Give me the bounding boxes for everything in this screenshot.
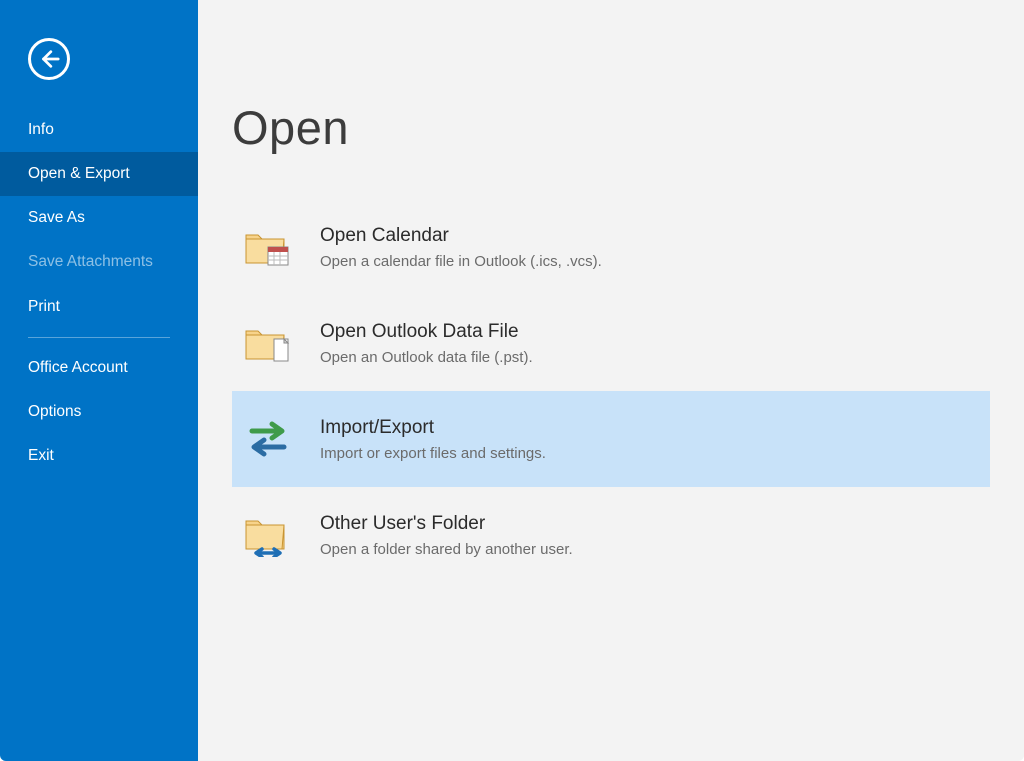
sidebar-item-info[interactable]: Info xyxy=(0,108,198,152)
option-text: Other User's Folder Open a folder shared… xyxy=(320,513,573,558)
option-desc: Open an Outlook data file (.pst). xyxy=(320,349,533,366)
sidebar-item-exit[interactable]: Exit xyxy=(0,434,198,478)
shared-folder-icon xyxy=(244,513,292,557)
option-open-data-file[interactable]: Open Outlook Data File Open an Outlook d… xyxy=(232,295,990,391)
option-title: Import/Export xyxy=(320,417,546,439)
main-content: Open Open Calend xyxy=(198,0,1024,761)
back-arrow-icon xyxy=(38,48,60,70)
backstage-sidebar: Info Open & Export Save As Save Attachme… xyxy=(0,0,198,761)
option-text: Open Outlook Data File Open an Outlook d… xyxy=(320,321,533,366)
folder-file-icon xyxy=(244,321,292,365)
option-desc: Open a calendar file in Outlook (.ics, .… xyxy=(320,253,602,270)
sidebar-separator xyxy=(28,337,170,338)
calendar-folder-icon xyxy=(244,225,292,269)
sidebar-item-print[interactable]: Print xyxy=(0,285,198,329)
option-text: Open Calendar Open a calendar file in Ou… xyxy=(320,225,602,270)
sidebar-item-open-export[interactable]: Open & Export xyxy=(0,152,198,196)
page-title: Open xyxy=(232,100,990,155)
option-other-users-folder[interactable]: Other User's Folder Open a folder shared… xyxy=(232,487,990,583)
option-title: Open Calendar xyxy=(320,225,602,247)
back-button[interactable] xyxy=(28,38,70,80)
option-desc: Import or export files and settings. xyxy=(320,445,546,462)
open-options-list: Open Calendar Open a calendar file in Ou… xyxy=(232,199,990,583)
sidebar-nav: Info Open & Export Save As Save Attachme… xyxy=(0,108,198,478)
option-open-calendar[interactable]: Open Calendar Open a calendar file in Ou… xyxy=(232,199,990,295)
option-title: Open Outlook Data File xyxy=(320,321,533,343)
option-title: Other User's Folder xyxy=(320,513,573,535)
outlook-backstage-window: Info Open & Export Save As Save Attachme… xyxy=(0,0,1024,761)
import-export-icon xyxy=(244,417,292,461)
sidebar-item-save-attachments: Save Attachments xyxy=(0,240,198,284)
option-import-export[interactable]: Import/Export Import or export files and… xyxy=(232,391,990,487)
sidebar-item-options[interactable]: Options xyxy=(0,390,198,434)
option-text: Import/Export Import or export files and… xyxy=(320,417,546,462)
sidebar-item-save-as[interactable]: Save As xyxy=(0,196,198,240)
option-desc: Open a folder shared by another user. xyxy=(320,541,573,558)
sidebar-item-office-account[interactable]: Office Account xyxy=(0,346,198,390)
